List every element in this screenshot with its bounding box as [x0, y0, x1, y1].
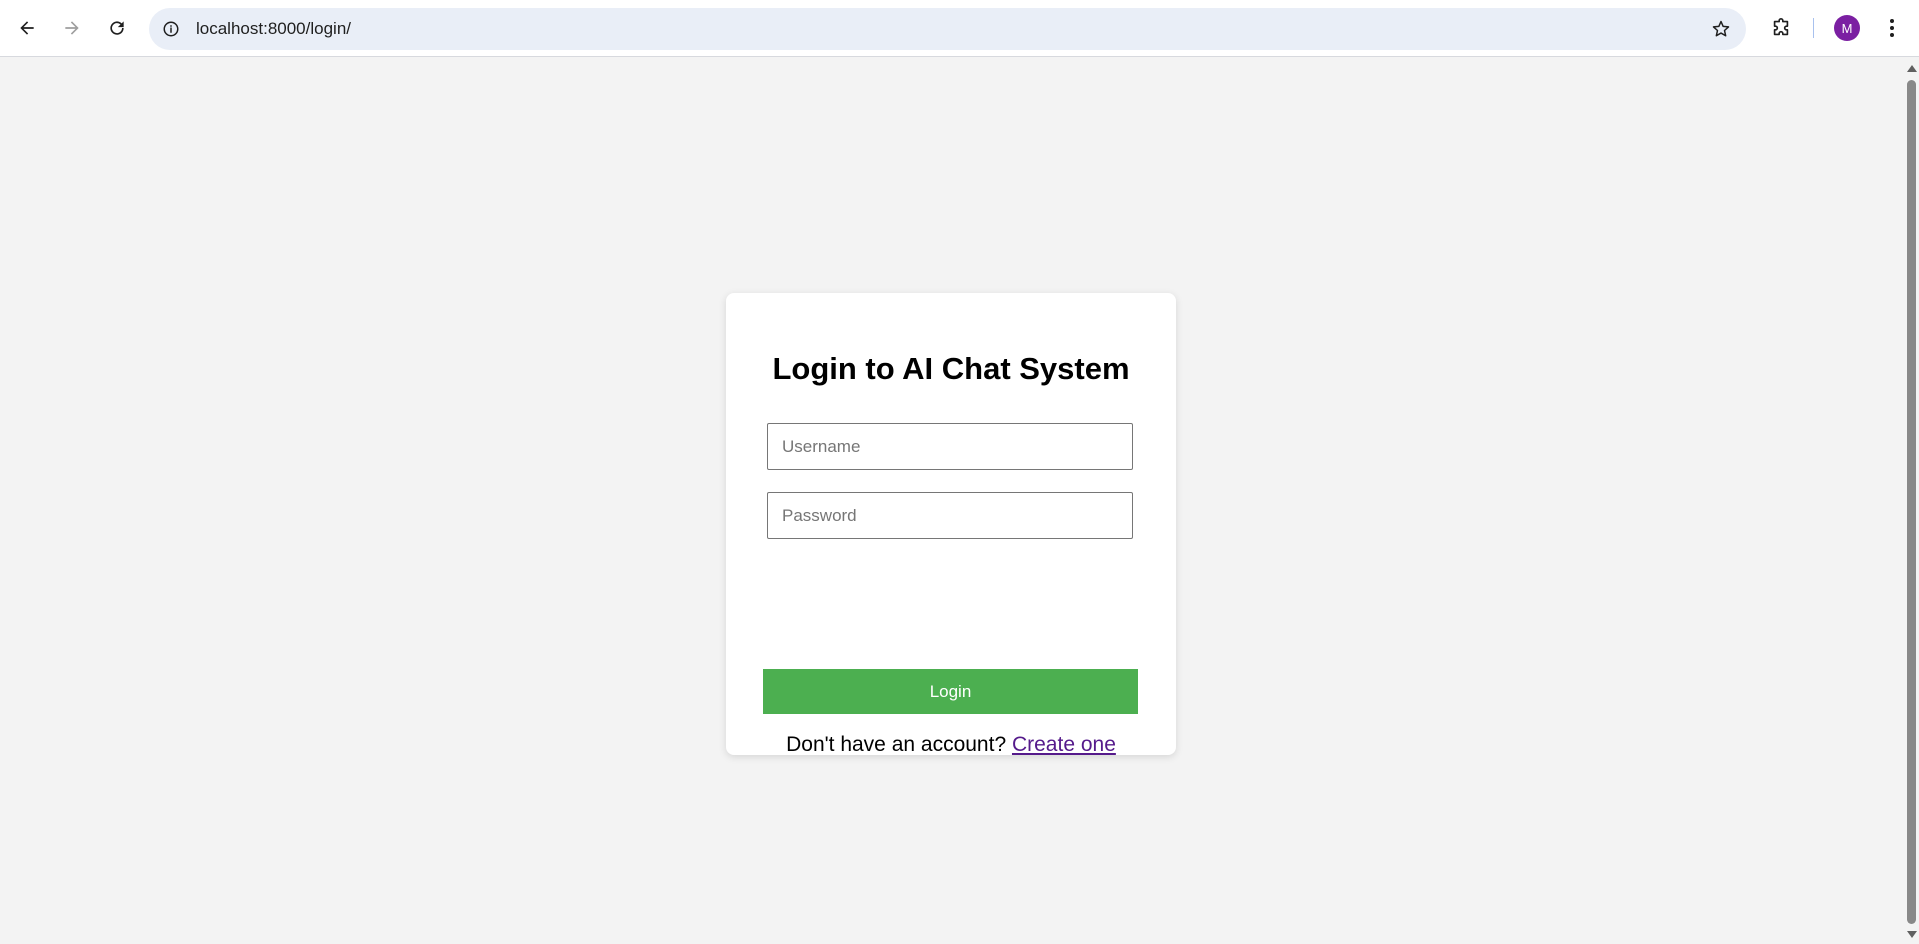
page-scrollbar[interactable]	[1904, 58, 1919, 944]
arrow-left-icon	[20, 21, 34, 35]
url-text[interactable]: localhost:8000/login/	[196, 19, 351, 39]
page-title: Login to AI Chat System	[772, 351, 1130, 386]
reload-icon	[110, 21, 124, 35]
extensions-button[interactable]	[1764, 11, 1798, 45]
login-button[interactable]: Login	[763, 669, 1138, 714]
signup-prompt: Don't have an account? Create one	[726, 733, 1176, 757]
reload-button[interactable]	[99, 10, 135, 46]
profile-avatar[interactable]: M	[1834, 15, 1860, 41]
more-vert-icon	[1890, 19, 1894, 37]
password-input[interactable]	[767, 492, 1133, 539]
scrollbar-thumb[interactable]	[1907, 80, 1916, 924]
browser-menu-button[interactable]	[1880, 14, 1904, 42]
scroll-up-arrow-icon[interactable]	[1907, 65, 1917, 72]
create-account-link[interactable]: Create one	[1012, 733, 1116, 756]
info-icon[interactable]	[161, 19, 181, 39]
puzzle-icon	[1773, 18, 1789, 36]
toolbar-divider	[1813, 18, 1814, 38]
login-card: Login to AI Chat System Login Don't have…	[726, 293, 1176, 757]
browser-toolbar: localhost:8000/login/ M	[0, 0, 1919, 57]
signup-prompt-text: Don't have an account?	[786, 733, 1007, 756]
page-viewport: Login to AI Chat System Login Don't have…	[0, 58, 1904, 944]
back-button[interactable]	[9, 10, 45, 46]
star-icon[interactable]	[1710, 18, 1732, 40]
forward-button[interactable]	[54, 10, 90, 46]
address-bar[interactable]: localhost:8000/login/	[149, 8, 1746, 50]
scroll-down-arrow-icon[interactable]	[1907, 931, 1917, 938]
username-input[interactable]	[767, 423, 1133, 470]
arrow-right-icon	[65, 21, 79, 35]
